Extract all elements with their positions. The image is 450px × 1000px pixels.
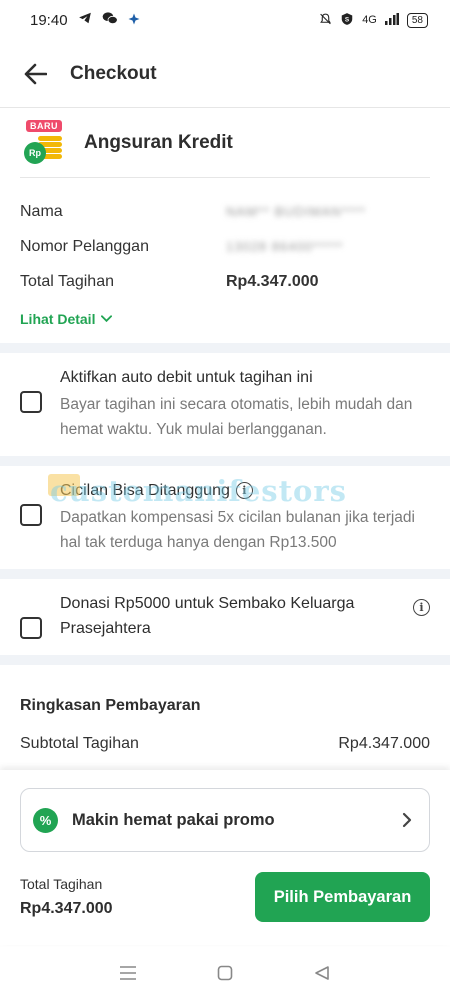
- signal-label: 4G: [362, 14, 377, 26]
- donasi-body: Donasi Rp5000 untuk Sembako Keluarga Pra…: [60, 591, 390, 641]
- divider: [0, 343, 450, 353]
- info-icon[interactable]: i: [235, 482, 253, 499]
- chevron-down-icon: [101, 315, 113, 323]
- total-block: Total Tagihan Rp4.347.000: [20, 876, 113, 918]
- security-icon: S: [340, 12, 354, 29]
- cicilan-title: Cicilan Bisa Ditanggung: [60, 482, 230, 499]
- detail-value-masked: 13028 86400*****: [226, 239, 344, 254]
- detail-row-nama: Nama NAM** BUDIMAN****: [20, 194, 430, 229]
- cicilan-description: Dapatkan kompensasi 5x cicilan bulanan j…: [60, 509, 415, 551]
- status-time: 19:40: [30, 11, 68, 29]
- info-icon[interactable]: i: [413, 599, 430, 616]
- detail-row-nomor-pelanggan: Nomor Pelanggan 13028 86400*****: [20, 229, 430, 264]
- menu-icon: [120, 965, 137, 980]
- cicilan-checkbox[interactable]: [20, 504, 42, 526]
- auto-debit-body: Aktifkan auto debit untuk tagihan ini Ba…: [60, 365, 430, 442]
- star-icon: [128, 12, 140, 29]
- mute-icon: [319, 12, 332, 29]
- wechat-icon: [102, 11, 118, 29]
- system-nav-bar: [0, 945, 450, 1000]
- pilih-pembayaran-button[interactable]: Pilih Pembayaran: [255, 872, 430, 922]
- angsuran-kredit-logo: BARU Rp: [24, 119, 68, 166]
- status-right: S 4G 58: [319, 12, 428, 29]
- total-value: Rp4.347.000: [20, 900, 113, 917]
- bill-details: Nama NAM** BUDIMAN**** Nomor Pelanggan 1…: [20, 178, 430, 299]
- discount-icon: %: [33, 807, 58, 833]
- chevron-right-icon: [402, 812, 412, 828]
- signal-bars-icon: [384, 12, 399, 28]
- subtotal-row: Subtotal Tagihan Rp4.347.000: [0, 715, 450, 753]
- battery-indicator: 58: [406, 12, 428, 28]
- divider: [0, 569, 450, 579]
- product-row: BARU Rp Angsuran Kredit: [20, 108, 430, 178]
- lihat-detail-link[interactable]: Lihat Detail: [20, 299, 430, 343]
- subtotal-value: Rp4.347.000: [338, 735, 430, 752]
- subtotal-label: Subtotal Tagihan: [20, 735, 139, 752]
- promo-text: Makin hemat pakai promo: [72, 810, 275, 829]
- page-title: Checkout: [70, 62, 157, 84]
- checkout-footer: % Makin hemat pakai promo Total Tagihan …: [0, 770, 450, 945]
- svg-text:S: S: [345, 16, 350, 23]
- auto-debit-title: Aktifkan auto debit untuk tagihan ini: [60, 369, 313, 386]
- cicilan-body: Cicilan Bisa Ditanggung i Dapatkan kompe…: [60, 478, 430, 555]
- divider: [0, 655, 450, 665]
- watermark-card-icon: [48, 474, 80, 496]
- detail-label: Total Tagihan: [20, 272, 114, 290]
- divider: [0, 456, 450, 466]
- promo-button[interactable]: % Makin hemat pakai promo: [20, 788, 430, 852]
- auto-debit-description: Bayar tagihan ini secara otomatis, lebih…: [60, 396, 413, 438]
- detail-value: Rp4.347.000: [226, 272, 319, 290]
- back-nav-button[interactable]: [302, 953, 342, 993]
- rp-coin-icon: Rp: [24, 141, 46, 164]
- donasi-checkbox[interactable]: [20, 617, 42, 639]
- detail-row-total-tagihan: Total Tagihan Rp4.347.000: [20, 264, 430, 299]
- detail-label: Nama: [20, 202, 63, 220]
- menu-nav-button[interactable]: [108, 953, 148, 993]
- detail-value-masked: NAM** BUDIMAN****: [226, 204, 366, 219]
- product-name: Angsuran Kredit: [84, 131, 233, 153]
- bill-section: BARU Rp Angsuran Kredit Nama NAM** BUDIM…: [0, 108, 450, 343]
- new-badge: BARU: [26, 119, 62, 132]
- telegram-icon: [78, 11, 92, 29]
- home-square-icon: [217, 965, 233, 980]
- summary-title: Ringkasan Pembayaran: [20, 697, 201, 714]
- cicilan-title-row: Cicilan Bisa Ditanggung i: [60, 478, 430, 503]
- donasi-option[interactable]: Donasi Rp5000 untuk Sembako Keluarga Pra…: [0, 579, 450, 655]
- status-left: 19:40: [30, 11, 140, 29]
- donasi-title: Donasi Rp5000 untuk Sembako Keluarga Pra…: [60, 595, 355, 637]
- auto-debit-checkbox[interactable]: [20, 391, 42, 413]
- lihat-detail-label: Lihat Detail: [20, 311, 96, 327]
- home-nav-button[interactable]: [205, 953, 245, 993]
- total-label: Total Tagihan: [20, 876, 103, 892]
- back-triangle-icon: [314, 965, 329, 980]
- header: Checkout: [0, 40, 450, 108]
- auto-debit-option[interactable]: Aktifkan auto debit untuk tagihan ini Ba…: [0, 353, 450, 456]
- back-button[interactable]: [20, 59, 50, 89]
- status-bar: 19:40 S 4G 58: [0, 0, 450, 40]
- arrow-left-icon: [24, 63, 47, 84]
- pay-row: Total Tagihan Rp4.347.000 Pilih Pembayar…: [20, 872, 430, 922]
- detail-label: Nomor Pelanggan: [20, 237, 149, 255]
- cicilan-option[interactable]: customanifestors Cicilan Bisa Ditanggung…: [0, 466, 450, 569]
